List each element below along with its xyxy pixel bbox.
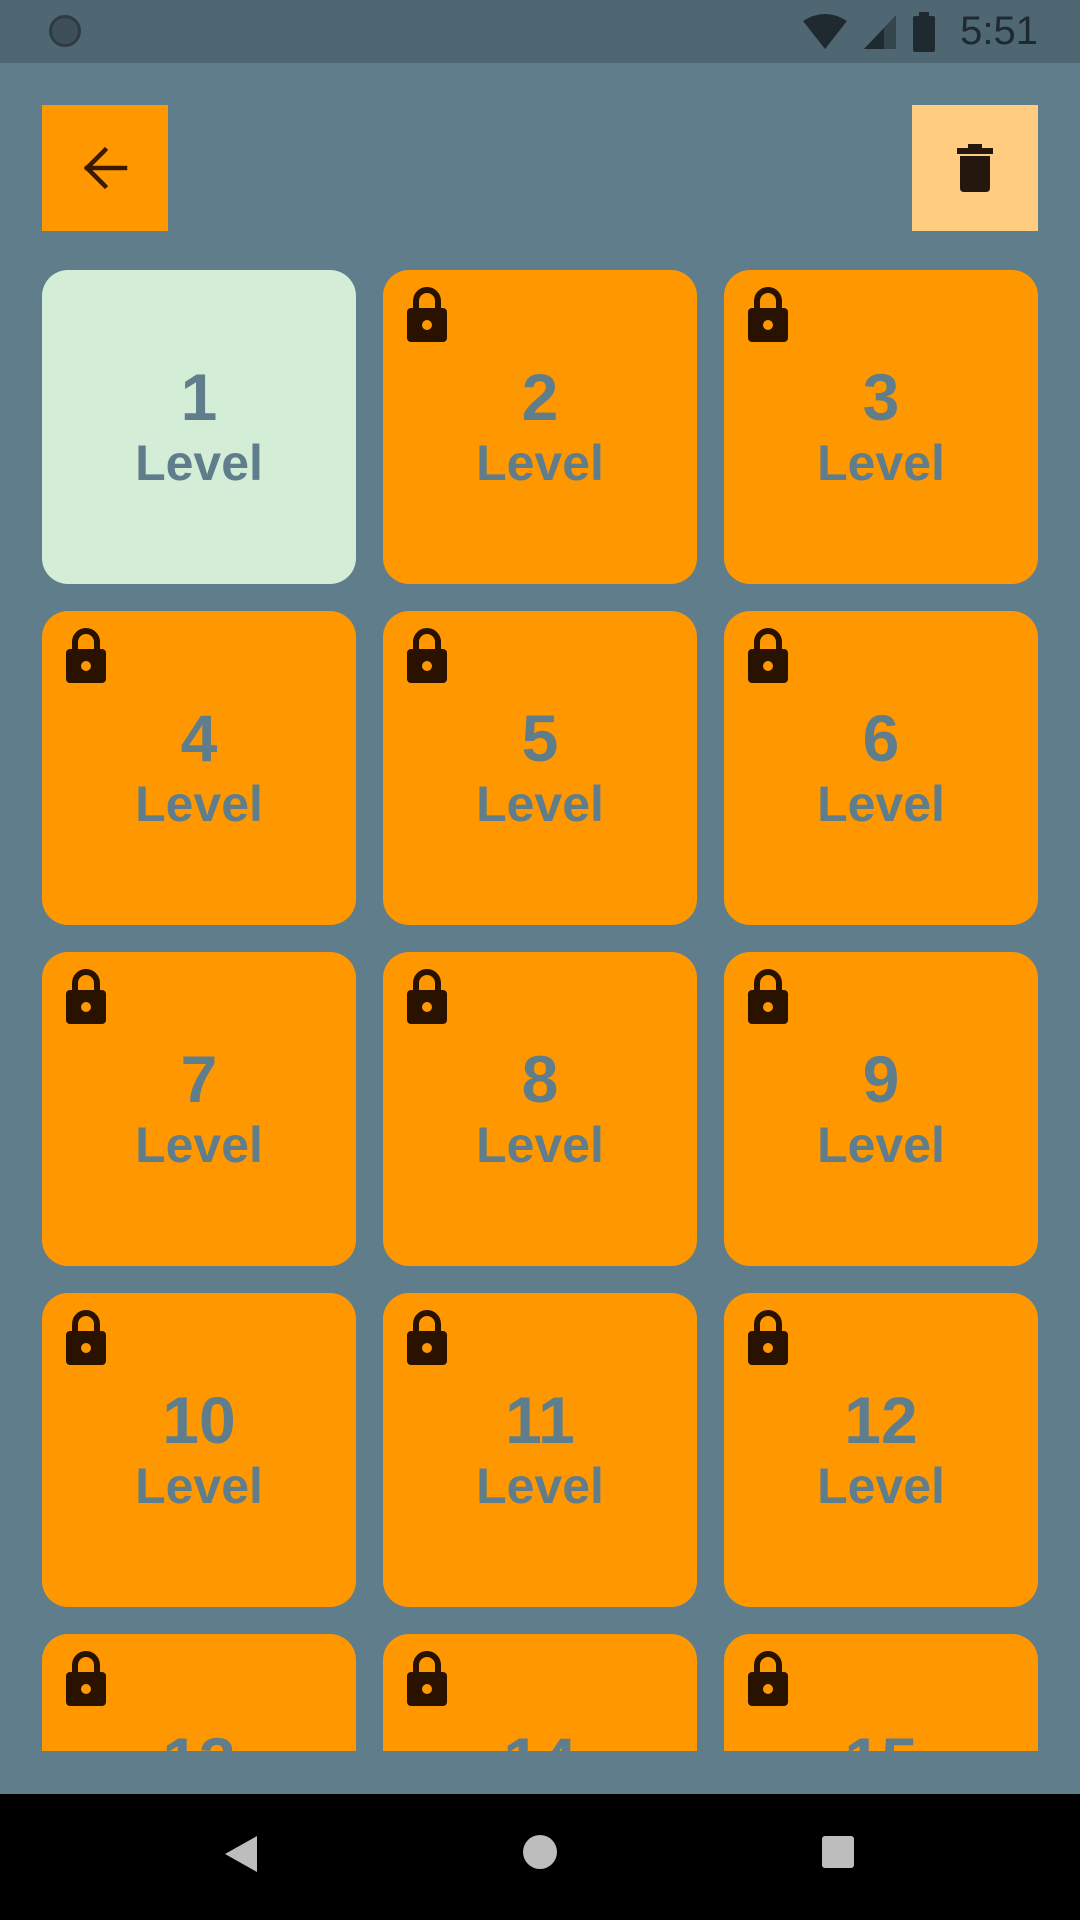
back-triangle-icon[interactable]: [223, 1834, 259, 1874]
level-number: 11: [505, 1383, 575, 1457]
lock-icon: [748, 628, 788, 683]
level-tile[interactable]: 15Level: [724, 1634, 1038, 1751]
arrow-left-icon: [83, 146, 128, 190]
back-button[interactable]: [42, 105, 168, 231]
lock-icon: [748, 1651, 788, 1706]
level-tile[interactable]: 5 Level: [383, 611, 697, 925]
level-number: 15: [844, 1725, 917, 1751]
level-label: Level: [476, 1458, 604, 1514]
level-number: 9: [862, 1042, 900, 1116]
level-number: 3: [862, 360, 900, 434]
lock-icon: [66, 969, 106, 1024]
level-tile[interactable]: 4 Level: [42, 611, 356, 925]
level-label: Level: [476, 435, 604, 491]
level-tile[interactable]: 6 Level: [724, 611, 1038, 925]
level-tile[interactable]: 14Level: [383, 1634, 697, 1751]
level-label: Level: [817, 1458, 945, 1514]
lock-icon: [407, 1310, 447, 1365]
delete-progress-button[interactable]: [912, 105, 1038, 231]
level-tile[interactable]: 10 Level: [42, 1293, 356, 1607]
level-number: 1: [180, 360, 218, 434]
lock-icon: [66, 628, 106, 683]
level-tile[interactable]: 7 Level: [42, 952, 356, 1266]
level-number: 14: [503, 1725, 576, 1751]
lock-icon: [66, 1310, 106, 1365]
level-tile[interactable]: 3 Level: [724, 270, 1038, 584]
level-label: Level: [817, 1117, 945, 1173]
level-number: 12: [844, 1383, 918, 1457]
level-tile[interactable]: 11 Level: [383, 1293, 697, 1607]
lock-icon: [407, 287, 447, 342]
level-label: Level: [817, 435, 945, 491]
recents-square-icon[interactable]: [821, 1835, 855, 1869]
status-bar: 5:51: [0, 0, 1080, 63]
level-number: 8: [521, 1042, 559, 1116]
level-label: Level: [135, 776, 263, 832]
notification-icon: [49, 15, 81, 47]
level-number: 4: [180, 701, 218, 775]
lock-icon: [407, 628, 447, 683]
levels-grid: 1 Level 2 Level 3 Level 4 Level 5 Level 6 Level 7 Lev…: [42, 270, 1038, 1751]
level-tile[interactable]: 9 Level: [724, 952, 1038, 1266]
level-label: Level: [135, 435, 263, 491]
lock-icon: [748, 969, 788, 1024]
battery-icon: [913, 11, 936, 52]
level-number: 5: [521, 701, 559, 775]
home-circle-icon[interactable]: [522, 1834, 558, 1870]
level-number: 13: [162, 1725, 235, 1751]
level-tile[interactable]: 1 Level: [42, 270, 356, 584]
level-label: Level: [476, 776, 604, 832]
clock-time: 5:51: [960, 9, 1038, 53]
level-tile[interactable]: 13Level: [42, 1634, 356, 1751]
lock-icon: [407, 1651, 447, 1706]
level-number: 2: [521, 360, 559, 434]
levels-scroll-area[interactable]: 1 Level 2 Level 3 Level 4 Level 5 Level 6 Level 7 Lev…: [42, 270, 1038, 1751]
level-number: 6: [862, 701, 900, 775]
level-number: 10: [162, 1383, 236, 1457]
navigation-bar: [0, 1794, 1080, 1920]
lock-icon: [748, 1310, 788, 1365]
trash-icon: [957, 144, 993, 192]
level-label: Level: [476, 1117, 604, 1173]
level-tile[interactable]: 8 Level: [383, 952, 697, 1266]
signal-icon: [864, 14, 897, 49]
lock-icon: [66, 1651, 106, 1706]
wifi-icon: [803, 13, 848, 49]
level-tile[interactable]: 2 Level: [383, 270, 697, 584]
level-label: Level: [135, 1117, 263, 1173]
lock-icon: [748, 287, 788, 342]
level-tile[interactable]: 12 Level: [724, 1293, 1038, 1607]
lock-icon: [407, 969, 447, 1024]
level-label: Level: [135, 1458, 263, 1514]
level-number: 7: [180, 1042, 218, 1116]
level-label: Level: [817, 776, 945, 832]
